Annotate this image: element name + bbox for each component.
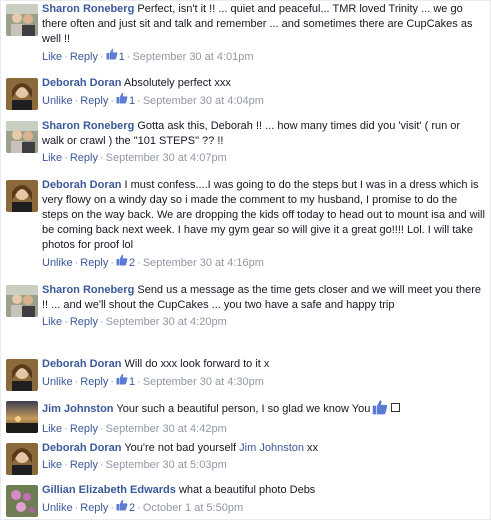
reply-link[interactable]: Reply bbox=[80, 257, 108, 269]
thumbs-up-icon bbox=[372, 399, 388, 420]
author-name[interactable]: Deborah Doran bbox=[42, 442, 121, 454]
like-count-value: 1 bbox=[129, 375, 136, 388]
author-name[interactable]: Jim Johnston bbox=[42, 403, 114, 415]
thumbs-up-icon bbox=[106, 48, 118, 65]
comment-text: You're not bad yourself bbox=[124, 442, 237, 454]
avatar[interactable] bbox=[6, 443, 38, 475]
like-link[interactable]: Like bbox=[42, 423, 62, 435]
author-name[interactable]: Deborah Doran bbox=[42, 77, 121, 89]
timestamp[interactable]: September 30 at 4:42pm bbox=[106, 423, 227, 435]
comment-text-after: xx bbox=[303, 442, 319, 454]
mention-link[interactable]: Jim Johnston bbox=[239, 442, 304, 454]
like-count-value: 2 bbox=[129, 256, 136, 269]
like-count-value: 1 bbox=[118, 50, 125, 63]
reply-link[interactable]: Reply bbox=[70, 316, 98, 328]
like-count[interactable]: 2 bbox=[116, 499, 135, 516]
author-name[interactable]: Deborah Doran bbox=[42, 179, 121, 191]
like-count[interactable]: 1 bbox=[106, 48, 125, 65]
reply-link[interactable]: Reply bbox=[80, 502, 108, 514]
timestamp[interactable]: September 30 at 4:20pm bbox=[106, 316, 227, 328]
author-name[interactable]: Sharon Roneberg bbox=[42, 120, 134, 132]
reply-link[interactable]: Reply bbox=[70, 152, 98, 164]
timestamp[interactable]: September 30 at 5:03pm bbox=[106, 459, 227, 471]
author-name[interactable]: Gillian Elizabeth Edwards bbox=[42, 484, 176, 496]
like-count[interactable]: 2 bbox=[116, 254, 135, 271]
thumbs-up-icon bbox=[116, 373, 128, 390]
timestamp[interactable]: October 1 at 5:50pm bbox=[143, 502, 243, 514]
reply-link[interactable]: Reply bbox=[80, 376, 108, 388]
reply-link[interactable]: Reply bbox=[70, 423, 98, 435]
avatar[interactable] bbox=[6, 285, 38, 317]
timestamp[interactable]: September 30 at 4:04pm bbox=[143, 95, 264, 107]
like-link[interactable]: Like bbox=[42, 459, 62, 471]
avatar[interactable] bbox=[6, 78, 38, 110]
unlike-link[interactable]: Unlike bbox=[42, 376, 73, 388]
avatar[interactable] bbox=[6, 180, 38, 212]
like-link[interactable]: Like bbox=[42, 51, 62, 63]
comment-text: Will do xxx look forward to it x bbox=[124, 358, 270, 370]
timestamp[interactable]: September 30 at 4:07pm bbox=[106, 152, 227, 164]
avatar[interactable] bbox=[6, 121, 38, 153]
avatar[interactable] bbox=[6, 401, 38, 433]
reply-link[interactable]: Reply bbox=[70, 51, 98, 63]
like-count-value: 2 bbox=[129, 501, 136, 514]
reply-link[interactable]: Reply bbox=[70, 459, 98, 471]
avatar[interactable] bbox=[6, 359, 38, 391]
unknown-glyph-icon bbox=[391, 403, 401, 412]
unlike-link[interactable]: Unlike bbox=[42, 257, 73, 269]
thumbs-up-icon bbox=[116, 499, 128, 516]
comment-text: what a beautiful photo Debs bbox=[178, 484, 316, 496]
avatar[interactable] bbox=[6, 4, 38, 36]
unlike-link[interactable]: Unlike bbox=[42, 502, 73, 514]
thumbs-up-icon bbox=[116, 92, 128, 109]
timestamp[interactable]: September 30 at 4:01pm bbox=[132, 51, 253, 63]
timestamp[interactable]: September 30 at 4:16pm bbox=[143, 257, 264, 269]
like-count-value: 1 bbox=[129, 94, 136, 107]
avatar[interactable] bbox=[6, 485, 38, 517]
comment-text: Absolutely perfect xxx bbox=[123, 77, 231, 89]
like-link[interactable]: Like bbox=[42, 152, 62, 164]
thumbs-up-icon bbox=[116, 254, 128, 271]
author-name[interactable]: Sharon Roneberg bbox=[42, 284, 134, 296]
like-count[interactable]: 1 bbox=[116, 373, 135, 390]
timestamp[interactable]: September 30 at 4:30pm bbox=[143, 376, 264, 388]
author-name[interactable]: Deborah Doran bbox=[42, 358, 121, 370]
reply-link[interactable]: Reply bbox=[80, 95, 108, 107]
comment-text: Your such a beautiful person, I so glad … bbox=[116, 403, 371, 415]
author-name[interactable]: Sharon Roneberg bbox=[42, 3, 134, 15]
like-link[interactable]: Like bbox=[42, 316, 62, 328]
like-count[interactable]: 1 bbox=[116, 92, 135, 109]
unlike-link[interactable]: Unlike bbox=[42, 95, 73, 107]
